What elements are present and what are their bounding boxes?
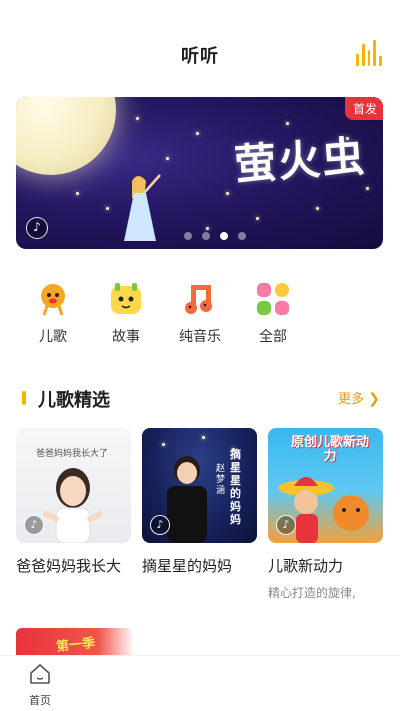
nav-home-label: 首页 — [29, 694, 51, 707]
song-cover-image: 原创儿歌新动力 ♪ — [268, 428, 383, 543]
category-children-songs[interactable]: 儿歌 — [23, 280, 83, 346]
song-card[interactable]: 摘星星的妈妈 赵梦涵 ♪ 摘星星的妈妈 — [142, 428, 257, 576]
section-header: 儿歌精选 更多 ❯ — [0, 382, 400, 412]
category-all[interactable]: 全部 — [243, 280, 303, 346]
carousel-dot[interactable] — [202, 232, 210, 240]
header: 听听 — [0, 0, 400, 90]
home-icon — [30, 664, 50, 684]
section-accent-bar — [22, 391, 26, 405]
peek-banner-text: 第一季 — [55, 635, 96, 655]
song-card[interactable]: 原创儿歌新动力 ♪ 儿歌新动力 精心打造的旋律, — [268, 428, 383, 601]
music-note-icon[interactable]: ♪ — [26, 217, 48, 239]
carousel-dots — [184, 232, 246, 240]
moon-illustration — [16, 97, 116, 175]
song-subtitle: 精心打造的旋律, — [268, 586, 356, 600]
banner-title: 萤火虫 — [232, 131, 368, 190]
category-story[interactable]: 故事 — [96, 280, 156, 346]
music-note-icon[interactable]: ♪ — [276, 515, 296, 535]
premiere-badge: 首发 — [344, 97, 383, 120]
carousel-dot[interactable] — [184, 232, 192, 240]
featured-banner[interactable]: 萤火虫 首发 ♪ — [16, 97, 383, 249]
carousel-dot-active[interactable] — [220, 232, 228, 240]
carousel-dot[interactable] — [238, 232, 246, 240]
chevron-right-icon: ❯ — [368, 391, 380, 407]
song-card[interactable]: 爸爸妈妈我长大了 ♪ 爸爸妈妈我长大 — [16, 428, 131, 576]
song-cover-image: 爸爸妈妈我长大了 ♪ — [16, 428, 131, 543]
song-card-list: 爸爸妈妈我长大了 ♪ 爸爸妈妈我长大 摘星星的妈妈 赵梦涵 ♪ 摘星星的妈妈 原… — [0, 428, 400, 608]
music-note-icon[interactable]: ♪ — [24, 515, 44, 535]
bottom-nav: 首页 — [0, 655, 400, 711]
more-label: 更多 — [338, 392, 365, 407]
song-title: 爸爸妈妈我长大 — [16, 557, 122, 575]
category-label: 全部 — [259, 329, 287, 345]
next-section-banner[interactable]: 第一季 — [16, 628, 134, 658]
all-categories-icon — [256, 282, 290, 316]
category-label: 纯音乐 — [179, 329, 221, 345]
song-title: 儿歌新动力 — [268, 557, 344, 575]
more-link[interactable]: 更多 ❯ — [338, 388, 380, 407]
nav-home[interactable]: 首页 — [22, 662, 58, 708]
page-title: 听听 — [181, 46, 219, 67]
category-row: 儿歌 故事 纯音乐 全部 — [0, 280, 400, 350]
story-icon — [109, 282, 143, 316]
category-label: 儿歌 — [39, 329, 67, 345]
pure-music-icon — [183, 282, 217, 316]
song-cover-image: 摘星星的妈妈 赵梦涵 ♪ — [142, 428, 257, 543]
children-song-icon — [36, 282, 70, 316]
equalizer-icon[interactable] — [356, 40, 382, 66]
song-title: 摘星星的妈妈 — [142, 557, 233, 575]
girl-illustration — [124, 174, 161, 241]
cover-text: 摘星星的妈妈 — [230, 448, 241, 526]
section-title: 儿歌精选 — [38, 390, 110, 411]
child-photo — [42, 468, 104, 543]
category-label: 故事 — [112, 329, 140, 345]
cover-text: 原创儿歌新动力 — [290, 435, 369, 464]
music-note-icon[interactable]: ♪ — [150, 515, 170, 535]
category-pure-music[interactable]: 纯音乐 — [170, 280, 230, 346]
